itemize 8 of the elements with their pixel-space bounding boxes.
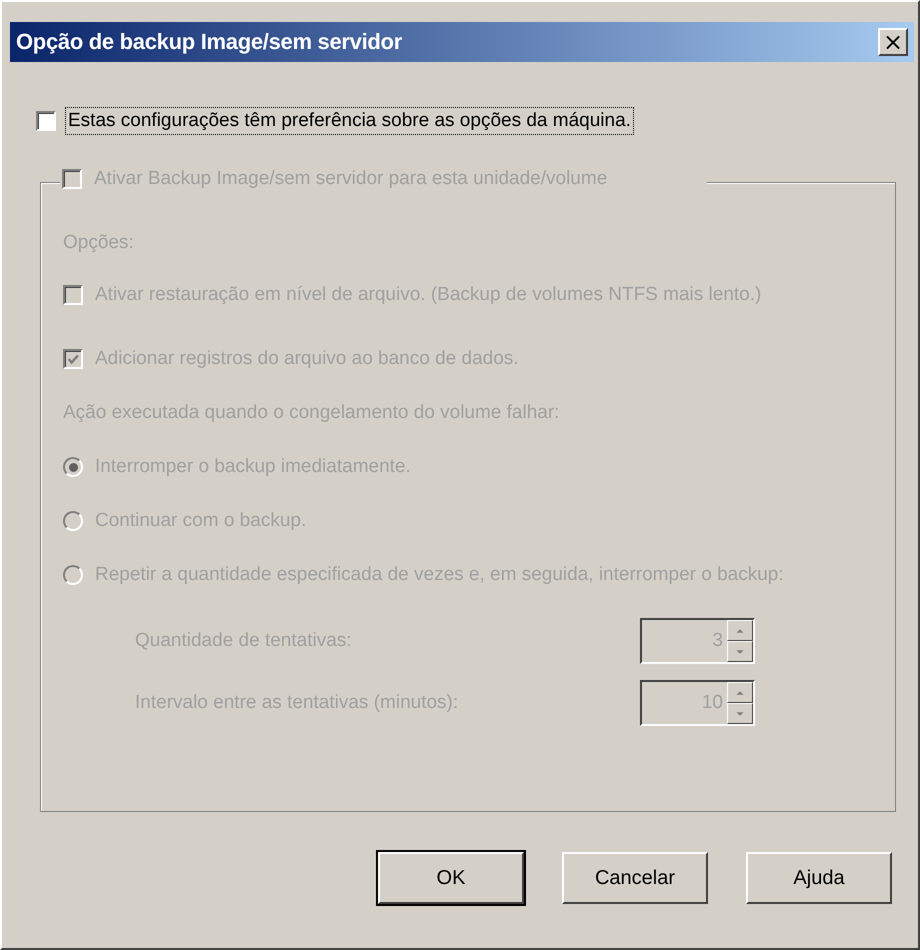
dialog-button[interactable]: Ajuda — [746, 852, 892, 904]
close-button[interactable]: × — [878, 28, 908, 56]
window-title: Opção de backup Image/sem servidor — [16, 29, 402, 55]
dialog-button[interactable]: OK — [378, 852, 524, 904]
dialog-button[interactable]: Cancelar — [562, 852, 708, 904]
check-icon — [66, 352, 80, 366]
checkbox[interactable] — [36, 111, 56, 131]
checkbox-label: Estas configurações têm preferência sobre as opções da máquina. — [68, 110, 631, 132]
